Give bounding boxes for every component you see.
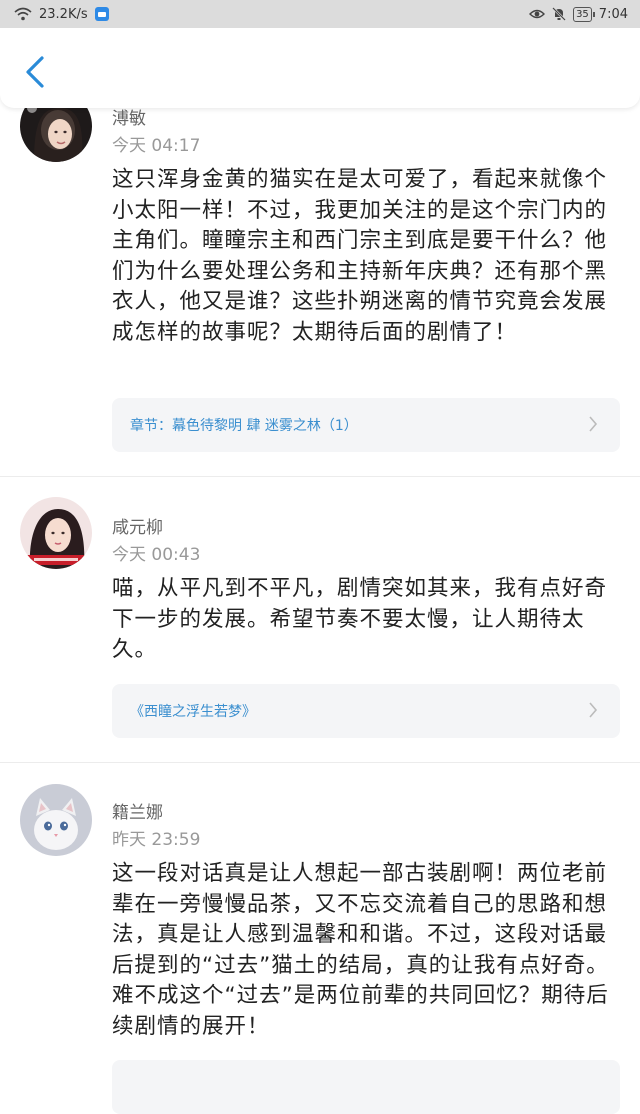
chevron-left-icon[interactable] [18,50,54,94]
divider [0,762,640,763]
chevron-right-icon [589,416,598,432]
commenter-name[interactable]: 咸元柳 [112,513,163,538]
comment-text: 喵，从平凡到不平凡，剧情突如其来，我有点好奇下一步的发展。希望节奏不要太慢，让人… [112,576,608,662]
comment-text: 这一段对话真是让人想起一部古装剧啊！两位老前辈在一旁慢慢品茶，又不忘交流着自己的… [112,861,609,1039]
chapter-link[interactable] [112,1060,620,1114]
battery-icon: 35 [573,6,595,22]
comment-text: 这只浑身金黄的猫实在是太可爱了，看起来就像个小太阳一样！不过，我更加关注的是这个… [112,167,608,345]
avatar[interactable] [20,497,92,569]
chapter-link[interactable]: 章节：幕色待黎明 肆 迷雾之林（1） [112,398,620,452]
net-speed: 23.2K/s [39,6,88,22]
comment-time: 今天 00:43 [112,545,201,565]
top-nav-bar [0,28,640,108]
app-notification-icon [94,7,109,21]
comment-time: 昨天 23:59 [112,830,201,850]
mute-bell-icon [552,7,566,21]
chevron-right-icon [589,702,598,718]
comment-time: 今天 04:17 [112,136,201,156]
commenter-name[interactable]: 籍兰娜 [112,798,163,823]
comment-list: 溥敏 今天 04:17 这只浑身金黄的猫实在是太可爱了，看起来就像个小太阳一样！… [0,0,640,1114]
chapter-link[interactable]: 《西瞳之浮生若梦》 [112,684,620,738]
chapter-link-label: 章节：幕色待黎明 肆 迷雾之林（1） [130,418,358,434]
battery-level: 35 [576,8,589,20]
eye-icon [529,9,546,19]
chapter-link-label: 《西瞳之浮生若梦》 [130,704,256,720]
avatar[interactable] [20,784,92,856]
status-bar: 23.2K/s 35 7:04 [0,0,640,28]
clock: 7:04 [598,6,628,22]
wifi-icon [14,7,32,21]
divider [0,476,640,477]
